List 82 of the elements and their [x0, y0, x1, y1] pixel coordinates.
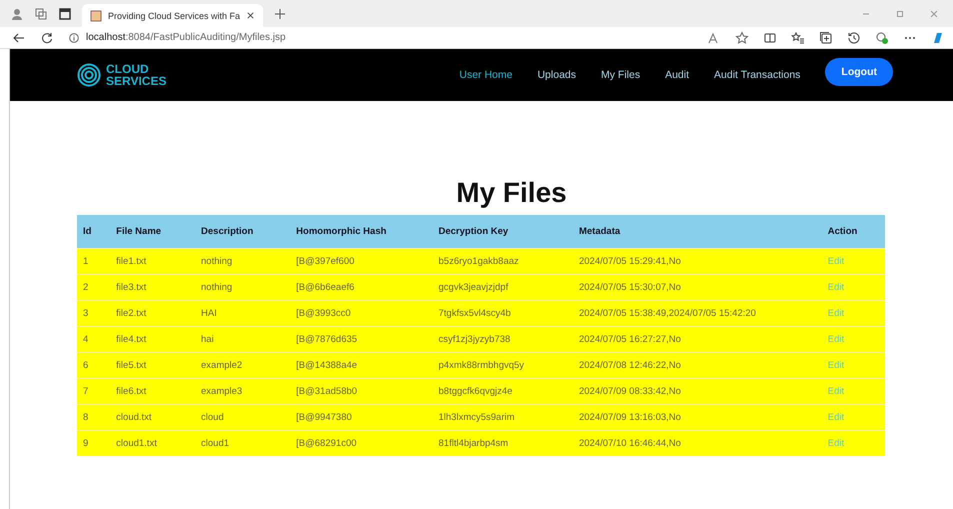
table-cell: 9: [83, 438, 88, 449]
close-icon[interactable]: [246, 11, 256, 20]
table-cell: p4xmk88rmbhgvq5y: [438, 360, 524, 371]
table-cell: csyf1zj3jyzyb738: [438, 334, 510, 345]
table-cell: 2: [83, 282, 88, 293]
table-cell: 2024/07/05 15:38:49,2024/07/05 15:42:20: [578, 308, 756, 319]
workspaces-icon[interactable]: [34, 6, 48, 20]
table-cell: file1.txt: [116, 256, 146, 267]
column-header: Homomorphic Hash: [290, 215, 432, 248]
table-cell: file3.txt: [116, 282, 146, 293]
profile-icon[interactable]: [10, 6, 24, 20]
nav-link[interactable]: Audit: [665, 69, 690, 81]
table-cell: [B@3993cc0: [296, 308, 351, 319]
logo-icon: [77, 63, 101, 87]
table-cell: cloud1: [201, 438, 230, 449]
table-cell: 2024/07/05 16:27:27,No: [578, 334, 681, 345]
table-cell: 2024/07/05 15:30:07,No: [578, 282, 681, 293]
split-screen-icon[interactable]: [763, 30, 777, 44]
table-cell: [B@31ad58b0: [296, 386, 358, 397]
logo-text: CLOUD SERVICES: [106, 63, 166, 87]
table-cell: cloud.txt: [116, 412, 152, 423]
table-cell: cloud1.txt: [116, 438, 157, 449]
table-cell: 7tgkfsx5vl4scy4b: [438, 308, 511, 319]
table-cell: HAI: [201, 308, 217, 319]
column-header: Metadata: [572, 215, 822, 248]
table-cell: 2024/07/05 15:29:41,No: [578, 256, 681, 267]
table-cell: [B@6b6eaef6: [296, 282, 354, 293]
back-icon[interactable]: [12, 30, 26, 44]
table-cell: 6: [83, 360, 88, 371]
table-cell: [B@397ef600: [296, 256, 354, 267]
nav-link[interactable]: Audit Transactions: [714, 69, 800, 81]
table-cell: hai: [201, 334, 214, 345]
table-cell: 2024/07/09 13:16:03,No: [578, 412, 681, 423]
table-cell: [B@7876d635: [296, 334, 358, 345]
table-cell: example3: [201, 386, 242, 397]
table-cell: 4: [83, 334, 88, 345]
new-tab-icon[interactable]: [273, 6, 288, 20]
table-cell: gcgvk3jeavjzjdpf: [438, 282, 508, 293]
favorites-icon[interactable]: [791, 30, 805, 44]
table-cell: file4.txt: [116, 334, 146, 345]
nav-link[interactable]: My Files: [601, 69, 640, 81]
nav-link[interactable]: User Home: [459, 69, 512, 81]
table-cell: [B@9947380: [296, 412, 352, 423]
logout-button[interactable]: Logout: [825, 58, 893, 86]
table-cell: nothing: [201, 256, 232, 267]
browser-tab[interactable]: Providing Cloud Services with Fa: [82, 4, 264, 27]
star-icon[interactable]: [735, 30, 749, 44]
table-cell: 1lh3lxmcy5s9arim: [438, 412, 515, 423]
table-cell: 3: [83, 308, 88, 319]
table-cell: file2.txt: [116, 308, 146, 319]
nav-link[interactable]: Uploads: [537, 69, 576, 81]
table-cell: file5.txt: [116, 360, 146, 371]
table-cell: 2024/07/09 08:33:42,No: [578, 386, 681, 397]
column-header: File Name: [110, 215, 196, 248]
collections-icon[interactable]: [819, 30, 833, 44]
table-cell: 2024/07/08 12:46:22,No: [578, 360, 681, 371]
table-cell: cloud: [201, 412, 224, 423]
table-cell: [B@68291c00: [296, 438, 357, 449]
address-field[interactable]: localhost:8084/FastPublicAuditing/Myfiles.jsp: [86, 32, 286, 43]
tab-actions-icon[interactable]: [58, 6, 72, 20]
table-cell: 1: [83, 256, 88, 267]
table-cell: example2: [201, 360, 242, 371]
extension-icon[interactable]: [875, 30, 889, 44]
column-header: Decryption Key: [432, 215, 573, 248]
table-cell: b5z6ryo1gakb8aaz: [438, 256, 519, 267]
table-cell: [B@14388a4e: [296, 360, 358, 371]
table-cell: nothing: [201, 282, 232, 293]
page-title: My Files: [455, 177, 568, 209]
table-cell: file6.txt: [116, 386, 146, 397]
table-cell: 2024/07/10 16:46:44,No: [578, 438, 681, 449]
copilot-icon[interactable]: [931, 30, 945, 44]
page-icon: [90, 10, 102, 22]
column-header: Id: [77, 215, 110, 248]
table-cell: b8tggcfk6qvgjz4e: [438, 386, 512, 397]
column-header: Action: [822, 215, 885, 248]
history-icon[interactable]: [847, 30, 861, 44]
table-cell: 81fltl4bjarbp4sm: [438, 438, 508, 449]
column-header: Description: [195, 215, 290, 248]
table-cell: 7: [83, 386, 88, 397]
table-cell: 8: [83, 412, 88, 423]
info-icon[interactable]: [68, 32, 80, 44]
refresh-icon[interactable]: [40, 30, 54, 44]
